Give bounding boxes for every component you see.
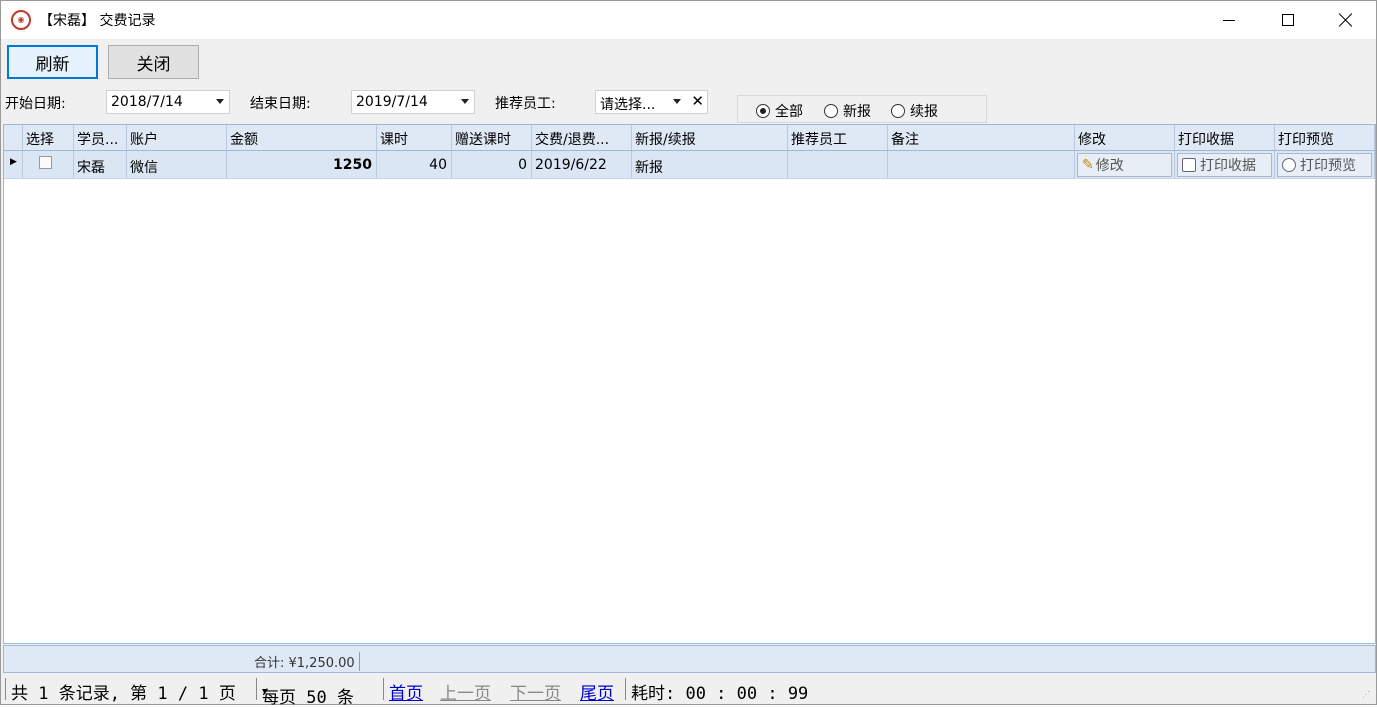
grid-header: 选择 学员... 账户 金额 课时 赠送课时 交费/退费... 新报/续报 推荐… bbox=[4, 125, 1375, 151]
radio-new-label: 新报 bbox=[843, 104, 871, 120]
close-window-button[interactable] bbox=[1317, 1, 1375, 39]
radio-checked-icon bbox=[756, 104, 770, 118]
print-receipt-button[interactable]: 打印收据 bbox=[1177, 153, 1272, 177]
col-type[interactable]: 新报/续报 bbox=[632, 125, 788, 150]
col-print[interactable]: 打印收据 bbox=[1175, 125, 1275, 150]
pagination-bar: 共 1 条记录, 第 1 / 1 页 每页 50 条 ▼ 首页 上一页 下一页 … bbox=[3, 675, 1376, 708]
prev-page-link[interactable]: 上一页 bbox=[440, 679, 491, 704]
logo-icon: ◉ bbox=[11, 10, 31, 30]
staff-placeholder: 请选择... bbox=[600, 97, 656, 113]
page-size-label: 每页 50 条 bbox=[262, 688, 354, 708]
printer-icon bbox=[1182, 158, 1196, 172]
radio-all-label: 全部 bbox=[775, 104, 803, 120]
col-staff[interactable]: 推荐员工 bbox=[788, 125, 888, 150]
account-cell: 微信 bbox=[127, 151, 227, 178]
maximize-button[interactable] bbox=[1259, 1, 1317, 39]
print-cell: 打印收据 bbox=[1175, 151, 1275, 178]
maximize-icon bbox=[1282, 14, 1294, 26]
end-date-label: 结束日期: bbox=[250, 96, 311, 112]
main-content: 刷新 关闭 开始日期: 2018/7/14 结束日期: 2019/7/14 推荐… bbox=[1, 39, 1376, 708]
next-page-link[interactable]: 下一页 bbox=[510, 679, 561, 704]
select-cell bbox=[23, 151, 74, 178]
staff-label: 推荐员工: bbox=[495, 96, 556, 112]
staff-select[interactable]: 请选择... ✕ bbox=[595, 90, 708, 114]
minimize-button[interactable] bbox=[1200, 1, 1258, 39]
radio-renew[interactable]: 续报 bbox=[891, 101, 938, 121]
total-amount: 合计: ¥1,250.00 bbox=[254, 652, 360, 671]
payment-records-window: ◉ 【宋磊】 交费记录 刷新 关闭 开始日期: 2018/7/14 结束日期: … bbox=[0, 0, 1377, 708]
note-cell bbox=[888, 151, 1075, 178]
radio-new[interactable]: 新报 bbox=[824, 101, 871, 121]
divider bbox=[625, 678, 626, 700]
student-cell: 宋磊 bbox=[74, 151, 127, 178]
type-cell: 新报 bbox=[632, 151, 788, 178]
divider bbox=[256, 678, 257, 700]
table-row[interactable]: ▶ 宋磊 微信 1250 40 0 2019/6/22 新报 ✎ 修改 打印收据… bbox=[4, 151, 1375, 179]
edit-button[interactable]: ✎ 修改 bbox=[1077, 153, 1172, 177]
col-student[interactable]: 学员... bbox=[74, 125, 127, 150]
payment-grid: 选择 学员... 账户 金额 课时 赠送课时 交费/退费... 新报/续报 推荐… bbox=[3, 124, 1376, 644]
end-date-value: 2019/7/14 bbox=[356, 94, 428, 110]
start-date-picker[interactable]: 2018/7/14 bbox=[106, 90, 230, 114]
divider bbox=[383, 678, 384, 700]
staff-cell bbox=[788, 151, 888, 178]
date-cell: 2019/6/22 bbox=[532, 151, 632, 178]
divider bbox=[5, 678, 6, 700]
start-date-label: 开始日期: bbox=[5, 96, 66, 112]
print-button-label: 打印收据 bbox=[1200, 158, 1256, 174]
refresh-button[interactable]: 刷新 bbox=[7, 45, 98, 79]
col-date[interactable]: 交费/退费... bbox=[532, 125, 632, 150]
magnifier-icon bbox=[1282, 158, 1296, 172]
radio-unchecked-icon bbox=[891, 104, 905, 118]
edit-cell: ✎ 修改 bbox=[1075, 151, 1175, 178]
current-row-indicator-icon: ▶ bbox=[4, 151, 23, 178]
col-note[interactable]: 备注 bbox=[888, 125, 1075, 150]
bonus-cell: 0 bbox=[452, 151, 532, 178]
dropdown-arrow-icon bbox=[461, 99, 469, 104]
radio-all[interactable]: 全部 bbox=[756, 101, 803, 121]
close-icon bbox=[1339, 13, 1353, 27]
record-info: 共 1 条记录, 第 1 / 1 页 bbox=[11, 684, 236, 704]
row-checkbox[interactable] bbox=[39, 156, 52, 169]
title-bar: ◉ 【宋磊】 交费记录 bbox=[1, 1, 1376, 39]
radio-unchecked-icon bbox=[824, 104, 838, 118]
col-preview[interactable]: 打印预览 bbox=[1275, 125, 1375, 150]
clear-icon[interactable]: ✕ bbox=[691, 92, 704, 110]
col-select[interactable]: 选择 bbox=[23, 125, 74, 150]
first-page-link[interactable]: 首页 bbox=[389, 679, 423, 704]
row-header-corner bbox=[4, 125, 23, 150]
summary-bar: 合计: ¥1,250.00 bbox=[3, 645, 1376, 673]
last-page-link[interactable]: 尾页 bbox=[580, 679, 614, 704]
pencil-icon: ✎ bbox=[1082, 157, 1094, 173]
col-amount[interactable]: 金额 bbox=[227, 125, 377, 150]
elapsed-time: 耗时: 00 : 00 : 99 bbox=[631, 684, 809, 704]
print-preview-button[interactable]: 打印预览 bbox=[1277, 153, 1372, 177]
col-edit[interactable]: 修改 bbox=[1075, 125, 1175, 150]
resize-grip-icon[interactable]: ⋰ bbox=[1362, 690, 1372, 700]
report-type-radio-group: 全部 新报 续报 bbox=[737, 95, 987, 123]
close-button[interactable]: 关闭 bbox=[108, 45, 199, 79]
hours-cell: 40 bbox=[377, 151, 452, 178]
start-date-value: 2018/7/14 bbox=[111, 94, 183, 110]
dropdown-arrow-icon bbox=[216, 99, 224, 104]
preview-cell: 打印预览 bbox=[1275, 151, 1375, 178]
col-hours[interactable]: 课时 bbox=[377, 125, 452, 150]
minimize-icon bbox=[1223, 19, 1235, 21]
window-title: 【宋磊】 交费记录 bbox=[39, 13, 156, 29]
preview-button-label: 打印预览 bbox=[1300, 158, 1356, 174]
end-date-picker[interactable]: 2019/7/14 bbox=[351, 90, 475, 114]
radio-renew-label: 续报 bbox=[910, 104, 938, 120]
page-size-select[interactable]: 每页 50 条 ▼ bbox=[262, 679, 354, 708]
dropdown-arrow-icon bbox=[673, 99, 681, 104]
col-bonus-hours[interactable]: 赠送课时 bbox=[452, 125, 532, 150]
col-account[interactable]: 账户 bbox=[127, 125, 227, 150]
edit-button-label: 修改 bbox=[1095, 158, 1124, 174]
amount-cell: 1250 bbox=[227, 151, 377, 178]
